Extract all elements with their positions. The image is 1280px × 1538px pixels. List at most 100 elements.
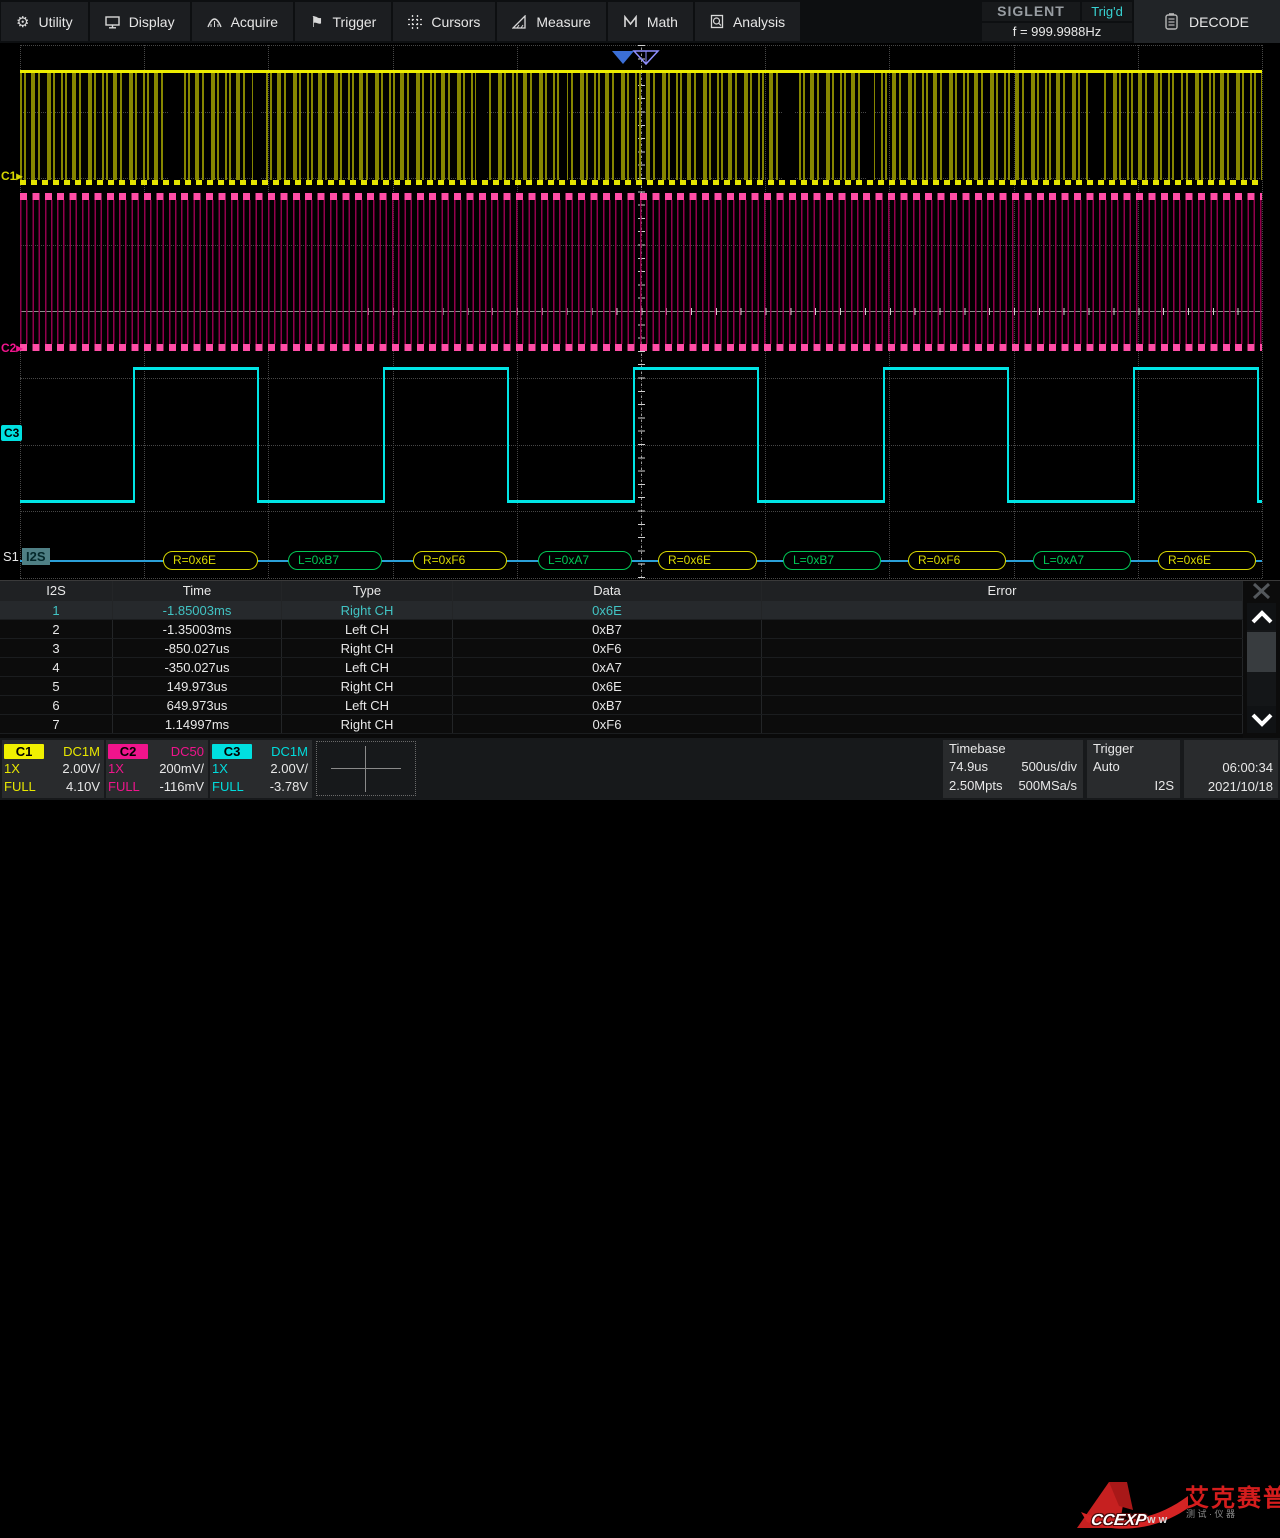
table-row[interactable]: 2-1.35003msLeft CH0xB7 — [0, 620, 1243, 639]
decode-bubble: L=0xB7 — [783, 551, 881, 570]
menu-label: Math — [647, 14, 678, 30]
clock-date: 2021/10/18 — [1208, 777, 1273, 796]
watermark-www-text: w w — [1147, 1514, 1167, 1526]
c1-position-marker[interactable]: C1▸ — [1, 169, 22, 183]
decode-bubble: L=0xB7 — [288, 551, 382, 570]
table-row[interactable]: 71.14997msRight CH0xF6 — [0, 715, 1243, 734]
menu-item-utility[interactable]: ⚙ Utility — [1, 2, 88, 41]
watermark-cjk-text: 艾克赛普 — [1185, 1478, 1280, 1513]
menu-item-math[interactable]: Math — [608, 2, 693, 41]
menu-label: Analysis — [733, 14, 785, 30]
c2-waveform — [20, 193, 1262, 351]
c2-offset: -116mV — [159, 778, 204, 796]
menu-item-cursors[interactable]: Cursors — [393, 2, 495, 41]
table-cell: 0xB7 — [453, 696, 762, 714]
timebase-box[interactable]: Timebase 74.9us500us/div 2.50Mpts500MSa/… — [943, 740, 1083, 798]
table-cell: Left CH — [282, 620, 453, 638]
table-cell: 7 — [0, 715, 113, 733]
trigger-source: I2S — [1154, 776, 1174, 795]
datetime-box: 06:00:34 2021/10/18 — [1184, 740, 1278, 798]
trigger-mode: Auto — [1093, 757, 1120, 776]
trigger-box[interactable]: Trigger Auto I2S — [1087, 740, 1180, 798]
table-cell: 4 — [0, 658, 113, 676]
c2-coupling: DC50 — [171, 744, 204, 759]
scroll-down-button[interactable] — [1247, 706, 1276, 733]
frequency-counter: f = 999.9988Hz — [982, 23, 1132, 41]
c2-position-marker[interactable]: C2▸ — [1, 341, 22, 355]
c2-scale: 200mV/ — [159, 760, 204, 778]
table-close-button[interactable] — [1245, 581, 1278, 601]
table-header-cell: Error — [762, 581, 1243, 601]
c1-bandwidth: FULL — [4, 778, 36, 796]
status-cluster: SIGLENT Trig'd f = 999.9988Hz — [982, 0, 1132, 43]
menu-label: Display — [129, 14, 175, 30]
menu-item-display[interactable]: Display — [90, 2, 190, 41]
scroll-up-button[interactable] — [1247, 603, 1276, 630]
table-cell: 0xA7 — [453, 658, 762, 676]
trigger-delay-marker-icon[interactable] — [612, 51, 634, 64]
table-cell: 2 — [0, 620, 113, 638]
c3-position-marker[interactable]: C3 — [1, 425, 22, 441]
c2-badge: C2 — [108, 744, 148, 759]
scrollbar-thumb[interactable] — [1247, 632, 1276, 672]
timebase-title: Timebase — [943, 740, 1083, 757]
c3-bandwidth: FULL — [212, 778, 244, 796]
trigger-position-indicator[interactable] — [608, 49, 664, 66]
table-row[interactable]: 1-1.85003msRight CH0x6E — [0, 601, 1243, 620]
table-cell: 0xF6 — [453, 715, 762, 733]
table-cell: 1 — [0, 601, 113, 619]
c1-probe: 1X — [4, 760, 20, 778]
menu-item-measure[interactable]: Measure — [497, 2, 605, 41]
math-channel-placeholder[interactable] — [316, 741, 416, 796]
table-cell: 0x6E — [453, 601, 762, 619]
analysis-icon — [710, 14, 724, 29]
watermark-sub-text: 测 试 · 仪 器 — [1186, 1507, 1235, 1520]
table-cell: 649.973us — [113, 696, 282, 714]
channel-box-c2[interactable]: C2 DC50 1X200mV/ FULL-116mV — [106, 740, 208, 798]
table-cell — [762, 677, 1243, 695]
table-cell: -1.85003ms — [113, 601, 282, 619]
timebase-delay: 74.9us — [949, 757, 988, 776]
decode-bubble: L=0xA7 — [538, 551, 632, 570]
decode-bubble: R=0xF6 — [908, 551, 1006, 570]
table-row[interactable]: 4-350.027usLeft CH0xA7 — [0, 658, 1243, 677]
timebase-sample-rate: 500MSa/s — [1018, 776, 1077, 795]
table-header-cell: Type — [282, 581, 453, 601]
c3-scale: 2.00V/ — [270, 760, 308, 778]
channel-box-c1[interactable]: C1 DC1M 1X2.00V/ FULL4.10V — [2, 740, 104, 798]
trigger-status-badge: Trig'd — [1082, 2, 1132, 21]
table-cell: -850.027us — [113, 639, 282, 657]
menu-item-trigger[interactable]: ⚑ Trigger — [295, 2, 391, 41]
clock-time: 06:00:34 — [1222, 758, 1273, 777]
table-cell: Left CH — [282, 658, 453, 676]
c3-offset: -3.78V — [270, 778, 308, 796]
bus-protocol-badge[interactable]: I2S — [22, 548, 50, 565]
channel-box-c3[interactable]: C3 DC1M 1X2.00V/ FULL-3.78V — [210, 740, 312, 798]
menu-label: Utility — [38, 14, 72, 30]
c1-coupling: DC1M — [63, 744, 100, 759]
bus-name-label: S1 — [3, 549, 19, 564]
table-cell: Right CH — [282, 677, 453, 695]
decode-menu-button[interactable]: DECODE — [1134, 0, 1280, 43]
menu-item-acquire[interactable]: Acquire — [192, 2, 293, 41]
menu-label: Measure — [536, 14, 590, 30]
decode-list-icon — [1165, 13, 1178, 30]
ruler-icon — [512, 15, 527, 29]
c3-coupling: DC1M — [271, 744, 308, 759]
vendor-watermark: CCEXP 艾克赛普 测 试 · 仪 器 w w — [1075, 1476, 1280, 1538]
decode-label: DECODE — [1189, 14, 1249, 30]
table-cell: 1.14997ms — [113, 715, 282, 733]
menu-item-analysis[interactable]: Analysis — [695, 2, 800, 41]
c1-waveform — [20, 70, 1262, 186]
math-icon — [623, 15, 638, 29]
table-row[interactable]: 6649.973usLeft CH0xB7 — [0, 696, 1243, 715]
decode-result-table: I2STimeTypeDataError 1-1.85003msRight CH… — [0, 580, 1280, 738]
table-row[interactable]: 5149.973usRight CH0x6E — [0, 677, 1243, 696]
status-bar: C1 DC1M 1X2.00V/ FULL4.10V C2 DC50 1X200… — [0, 738, 1280, 800]
c3-badge: C3 — [212, 744, 252, 759]
table-cell — [762, 715, 1243, 733]
table-scrollbar — [1243, 581, 1280, 739]
timebase-points: 2.50Mpts — [949, 776, 1002, 795]
table-cell: -350.027us — [113, 658, 282, 676]
table-row[interactable]: 3-850.027usRight CH0xF6 — [0, 639, 1243, 658]
